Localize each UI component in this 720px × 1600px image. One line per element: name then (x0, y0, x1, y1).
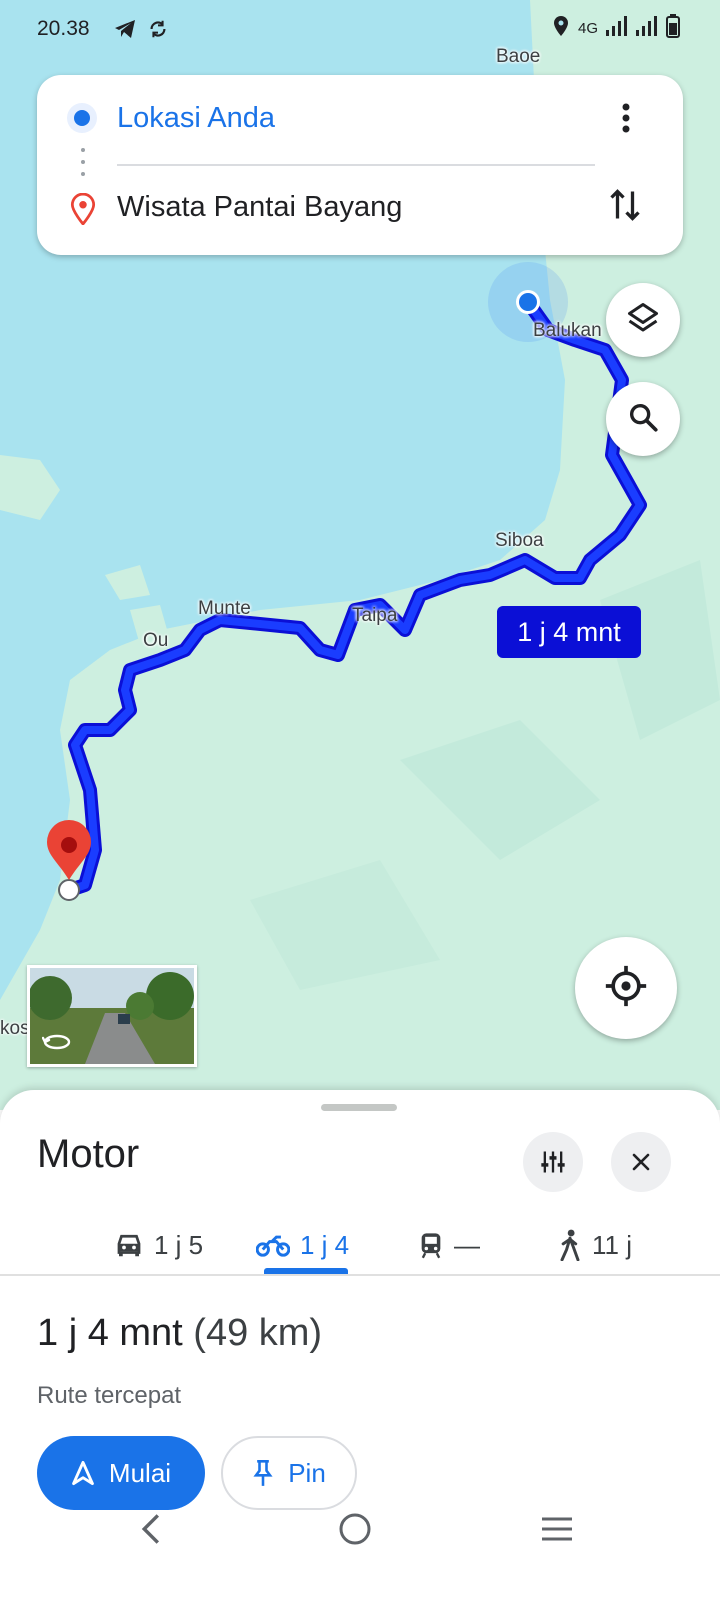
signal-icon (606, 16, 628, 41)
origin-field[interactable]: Lokasi Anda (117, 102, 275, 135)
connector-dots (80, 147, 86, 182)
sheet-title: Motor (37, 1132, 140, 1176)
pin-icon (253, 1460, 273, 1486)
route-subtitle: Rute tercepat (37, 1382, 182, 1409)
pin-button-label: Pin (288, 1457, 326, 1488)
car-icon (117, 1234, 141, 1257)
back-button[interactable] (138, 1512, 164, 1551)
travel-mode-tabs: 1 j 5 1 j 4 — 11 j (0, 1200, 720, 1290)
back-icon (141, 1514, 160, 1544)
close-icon (632, 1153, 650, 1171)
tab-motorcycle-label: 1 j 4 (300, 1229, 350, 1260)
navigation-arrow-icon (72, 1460, 94, 1486)
start-button[interactable]: Mulai (37, 1436, 205, 1510)
more-options-button[interactable] (611, 100, 641, 136)
swap-button[interactable] (607, 185, 643, 230)
home-button[interactable] (338, 1512, 372, 1551)
drag-handle[interactable] (321, 1104, 397, 1111)
system-nav-bar (0, 1500, 720, 1600)
search-icon (626, 400, 660, 439)
destination-field[interactable]: Wisata Pantai Bayang (117, 191, 402, 224)
tune-icon (541, 1151, 565, 1173)
street-view-thumbnail[interactable] (27, 965, 197, 1067)
tab-walking-label: 11 j (592, 1229, 632, 1260)
field-divider (117, 164, 595, 166)
sync-icon (147, 18, 169, 45)
tab-transit[interactable]: — (418, 1220, 480, 1270)
tab-transit-label: — (454, 1229, 480, 1260)
swap-vert-icon (610, 189, 640, 221)
my-location-button[interactable] (575, 937, 677, 1039)
close-button[interactable] (611, 1132, 671, 1192)
home-circle-icon (339, 1513, 371, 1545)
route-options-button[interactable] (523, 1132, 583, 1192)
destination-pin-icon (70, 192, 96, 230)
route-time: 1 j 4 mnt (37, 1312, 183, 1354)
place-label: Balukan (533, 320, 602, 341)
tab-car-label: 1 j 5 (154, 1229, 204, 1260)
route-summary: 1 j 4 mnt (49 km) (37, 1312, 322, 1355)
route-card: Lokasi Anda Wisata Pantai Bayang (37, 75, 683, 255)
train-icon (421, 1233, 441, 1259)
network-type: 4G (577, 20, 598, 37)
menu-icon (542, 1517, 572, 1541)
search-button[interactable] (606, 382, 680, 456)
layers-button[interactable] (606, 283, 680, 357)
pin-button[interactable]: Pin (221, 1436, 357, 1510)
crosshair-icon (604, 964, 648, 1013)
eta-badge[interactable]: 1 j 4 mnt (497, 606, 641, 658)
tab-car[interactable]: 1 j 5 (114, 1220, 203, 1270)
battery-icon (666, 14, 680, 43)
tab-motorcycle[interactable]: 1 j 4 (256, 1220, 349, 1270)
recents-button[interactable] (540, 1516, 574, 1547)
status-time: 20.38 (37, 17, 90, 40)
start-button-label: Mulai (108, 1457, 172, 1488)
place-label: Siboa (495, 530, 544, 551)
origin-dot-icon (65, 101, 99, 140)
telegram-icon (113, 18, 137, 45)
motorcycle-icon (256, 1235, 290, 1257)
layers-icon (625, 300, 661, 341)
signal-icon-2 (636, 16, 658, 41)
place-label: kos (0, 1018, 30, 1039)
place-label: Munte (198, 598, 251, 619)
status-bar: 20.38 4G (0, 0, 720, 60)
tabs-divider (0, 1274, 720, 1276)
walk-icon (560, 1229, 580, 1261)
more-vert-icon (622, 103, 630, 133)
rotate-360-icon (41, 1030, 72, 1059)
tab-walking[interactable]: 11 j (558, 1220, 632, 1270)
place-label: Taipa (352, 605, 398, 626)
location-icon (552, 15, 570, 42)
route-distance: (49 km) (193, 1312, 323, 1354)
place-label: Ou (143, 630, 169, 651)
